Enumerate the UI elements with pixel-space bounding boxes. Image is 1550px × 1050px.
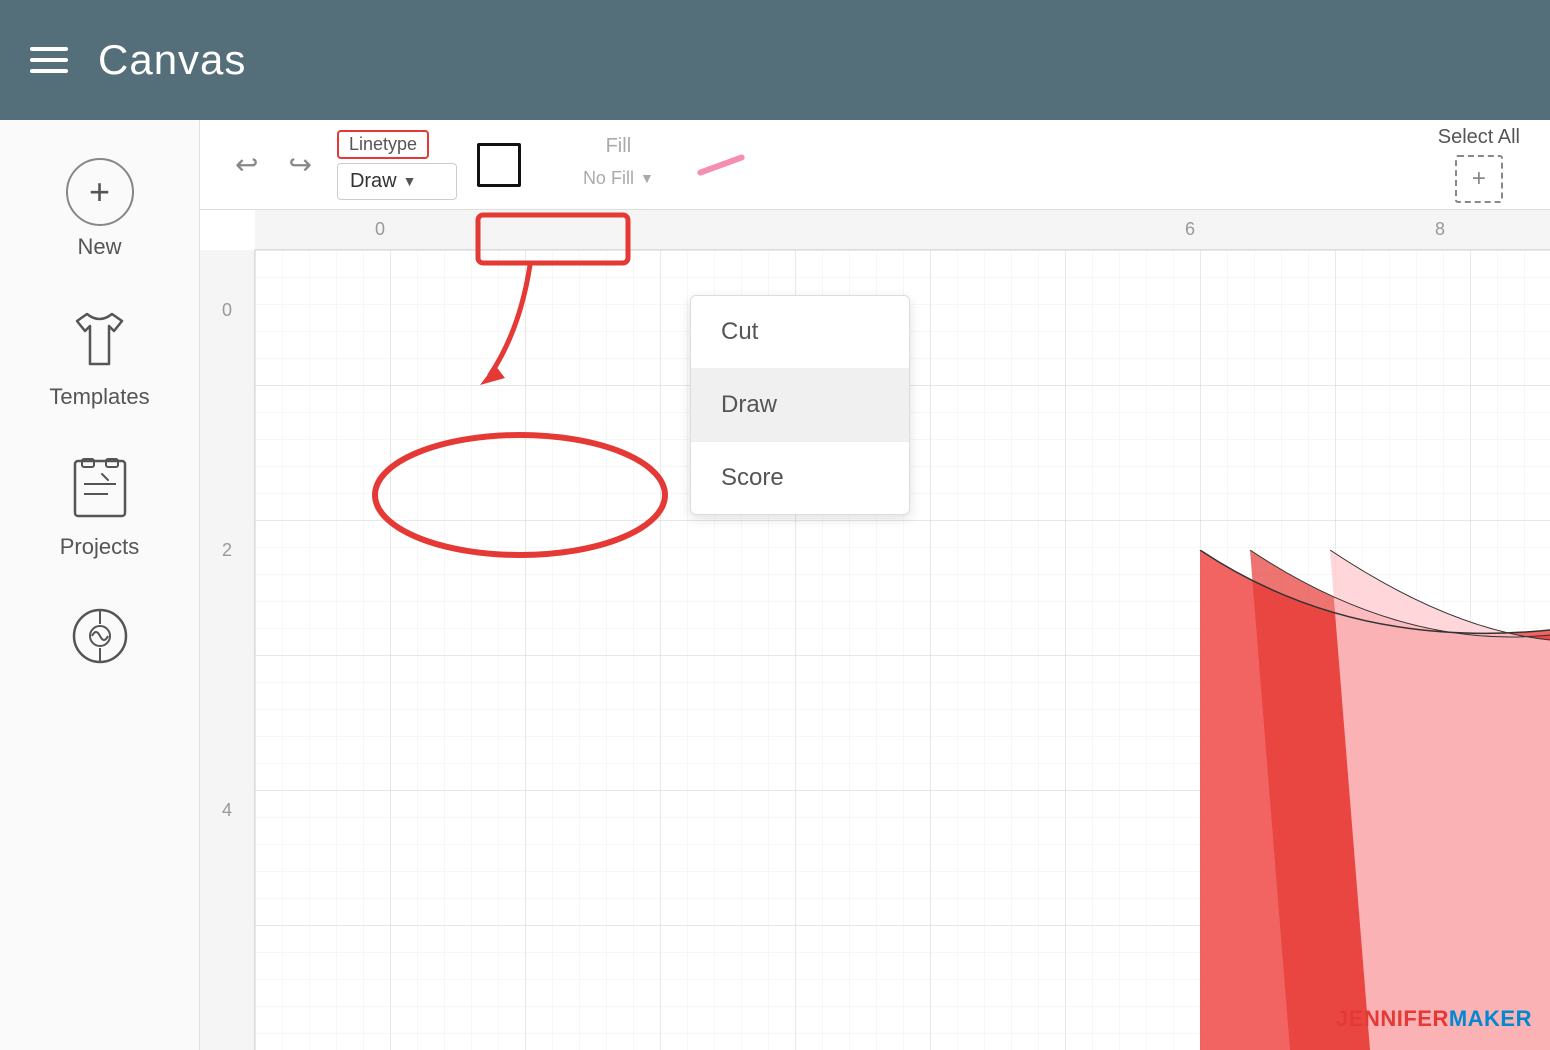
- ruler-left-2: 2: [222, 540, 232, 561]
- linetype-value: Draw: [350, 170, 397, 193]
- images-icon: [70, 606, 130, 671]
- sidebar-item-new[interactable]: + New: [0, 140, 199, 278]
- fill-dropdown[interactable]: No Fill ▼: [571, 162, 666, 195]
- linetype-dropdown[interactable]: Draw ▼: [337, 163, 457, 200]
- ruler-left-0: 0: [222, 300, 232, 321]
- ruler-left-4: 4: [222, 800, 232, 821]
- ruler-mark-0: 0: [375, 219, 385, 240]
- fill-dropdown-arrow-icon: ▼: [640, 170, 654, 186]
- dropdown-option-cut[interactable]: Cut: [691, 296, 909, 369]
- app-header: Canvas: [0, 0, 1550, 120]
- sidebar-label-new: New: [77, 234, 121, 260]
- redo-button[interactable]: ↪: [283, 143, 316, 186]
- sidebar-item-projects[interactable]: Projects: [0, 438, 199, 578]
- sidebar-item-templates[interactable]: Templates: [0, 288, 199, 428]
- linetype-dropdown-menu: Cut Draw Score: [690, 295, 910, 515]
- ruler-left: 0 2 4: [200, 250, 255, 1050]
- linetype-group: Linetype Draw ▼: [337, 130, 457, 200]
- projects-icon: [70, 456, 130, 526]
- sidebar-label-projects: Projects: [60, 534, 139, 560]
- fill-group: Fill No Fill ▼: [571, 135, 666, 195]
- hamburger-menu[interactable]: [30, 47, 68, 73]
- content-area: ↩ ↪ Linetype Draw ▼ Fill No Fill ▼ Selec: [200, 120, 1550, 1050]
- select-all-label: Select All: [1438, 126, 1520, 149]
- select-all-button[interactable]: +: [1455, 155, 1503, 203]
- app-title: Canvas: [98, 36, 246, 84]
- dropdown-option-score[interactable]: Score: [691, 442, 909, 514]
- stroke-color-icon[interactable]: [696, 153, 745, 176]
- select-all-group: Select All +: [1438, 126, 1520, 203]
- sidebar-label-templates: Templates: [49, 384, 149, 410]
- dropdown-option-draw[interactable]: Draw: [691, 369, 909, 442]
- canvas-area[interactable]: 0 6 8 0 2 4: [200, 210, 1550, 1050]
- ruler-mark-6: 6: [1185, 219, 1195, 240]
- toolbar: ↩ ↪ Linetype Draw ▼ Fill No Fill ▼ Selec: [200, 120, 1550, 210]
- ruler-mark-8: 8: [1435, 219, 1445, 240]
- dropdown-arrow-icon: ▼: [403, 173, 417, 189]
- main-layout: + New Templates Pro: [0, 120, 1550, 1050]
- tshirt-icon: [67, 306, 132, 376]
- linetype-color-swatch[interactable]: [477, 143, 521, 187]
- undo-button[interactable]: ↩: [230, 143, 263, 186]
- sidebar-item-images[interactable]: [0, 588, 199, 689]
- linetype-label: Linetype: [337, 130, 429, 159]
- ruler-top: 0 6 8: [255, 210, 1550, 250]
- fill-value: No Fill: [583, 168, 634, 189]
- sidebar: + New Templates Pro: [0, 120, 200, 1050]
- plus-circle-icon: +: [66, 158, 134, 226]
- fill-label: Fill: [606, 135, 632, 158]
